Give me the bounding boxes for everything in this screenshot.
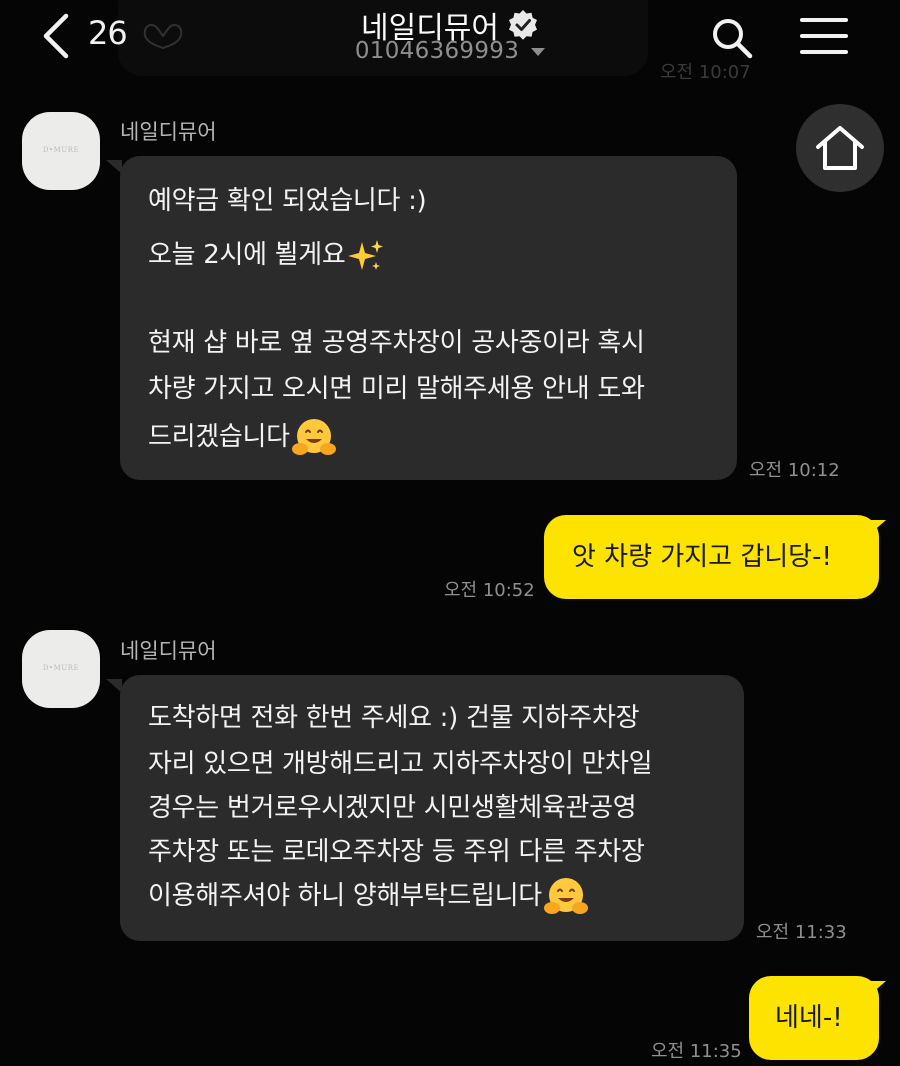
avatar-logo-text: D•MURE: [42, 146, 80, 154]
message-line-with-emoji: 오늘 2시에 뵐게요: [148, 234, 384, 274]
message-line: 도착하면 전화 한번 주세요 :) 건물 지하주차장: [148, 703, 640, 733]
menu-icon[interactable]: [800, 16, 848, 56]
avatar-logo-text: D•MURE: [42, 664, 80, 672]
message-time: 오전 10:12: [749, 460, 840, 481]
hugging-face-emoji: [291, 418, 336, 455]
message-bubble-incoming[interactable]: 도착하면 전화 한번 주세요 :) 건물 지하주차장 자리 있으면 개방해드리고…: [120, 675, 744, 941]
message-time: 오전 11:33: [756, 922, 847, 943]
message-line: 자리 있으면 개방해드리고 지하주차장이 만차일: [148, 749, 653, 779]
sender-name: 네일디뮤어: [120, 120, 217, 144]
caret-down-icon: [531, 47, 546, 56]
search-icon[interactable]: [708, 14, 756, 62]
home-button[interactable]: [796, 104, 884, 192]
sparkles-emoji: [347, 239, 383, 270]
message-time: 오전 11:35: [651, 1041, 742, 1062]
message-line-with-emoji: 드리겠습니다: [148, 416, 336, 458]
message-line: 차량 가지고 오시면 미리 말해주세용 안내 도와: [148, 374, 645, 404]
chat-header: 오전 10:07 26 네일디뮤어 01046369993: [0, 0, 900, 85]
message-line: 현재 샵 바로 옆 공영주차장이 공사중이라 혹시: [148, 328, 645, 358]
sender-avatar[interactable]: D•MURE: [22, 630, 100, 708]
message-line: 드리겠습니다: [148, 422, 290, 452]
home-icon: [816, 126, 864, 170]
phone-dropdown[interactable]: 01046369993: [0, 38, 900, 64]
message-bubble-outgoing[interactable]: 앗 차량 가지고 갑니당-!: [544, 515, 879, 599]
message-line: 경우는 번거로우시겠지만 시민생활체육관공영: [148, 793, 637, 823]
message-line-with-emoji: 이용해주셔야 하니 양해부탁드립니다: [148, 875, 588, 917]
message-line: 오늘 2시에 뵐게요: [148, 240, 346, 270]
message-line: 예약금 확인 되었습니다 :): [148, 186, 427, 216]
message-line: 주차장 또는 로데오주차장 등 주위 다른 주차장: [148, 837, 645, 867]
phone-number: 01046369993: [354, 38, 520, 64]
message-bubble-incoming[interactable]: 예약금 확인 되었습니다 :) 오늘 2시에 뵐게요 현재 샵 바로 옆 공영주…: [120, 156, 737, 480]
hugging-face-emoji: [543, 877, 588, 914]
sender-name: 네일디뮤어: [120, 639, 217, 663]
message-line: 이용해주셔야 하니 양해부탁드립니다: [148, 881, 542, 911]
message-bubble-outgoing[interactable]: 네네-!: [749, 976, 879, 1060]
verified-icon: [509, 10, 537, 40]
bubble-tail: [870, 981, 886, 995]
message-time: 오전 10:52: [444, 580, 535, 601]
bubble-tail: [870, 520, 886, 534]
sender-avatar[interactable]: D•MURE: [22, 112, 100, 190]
